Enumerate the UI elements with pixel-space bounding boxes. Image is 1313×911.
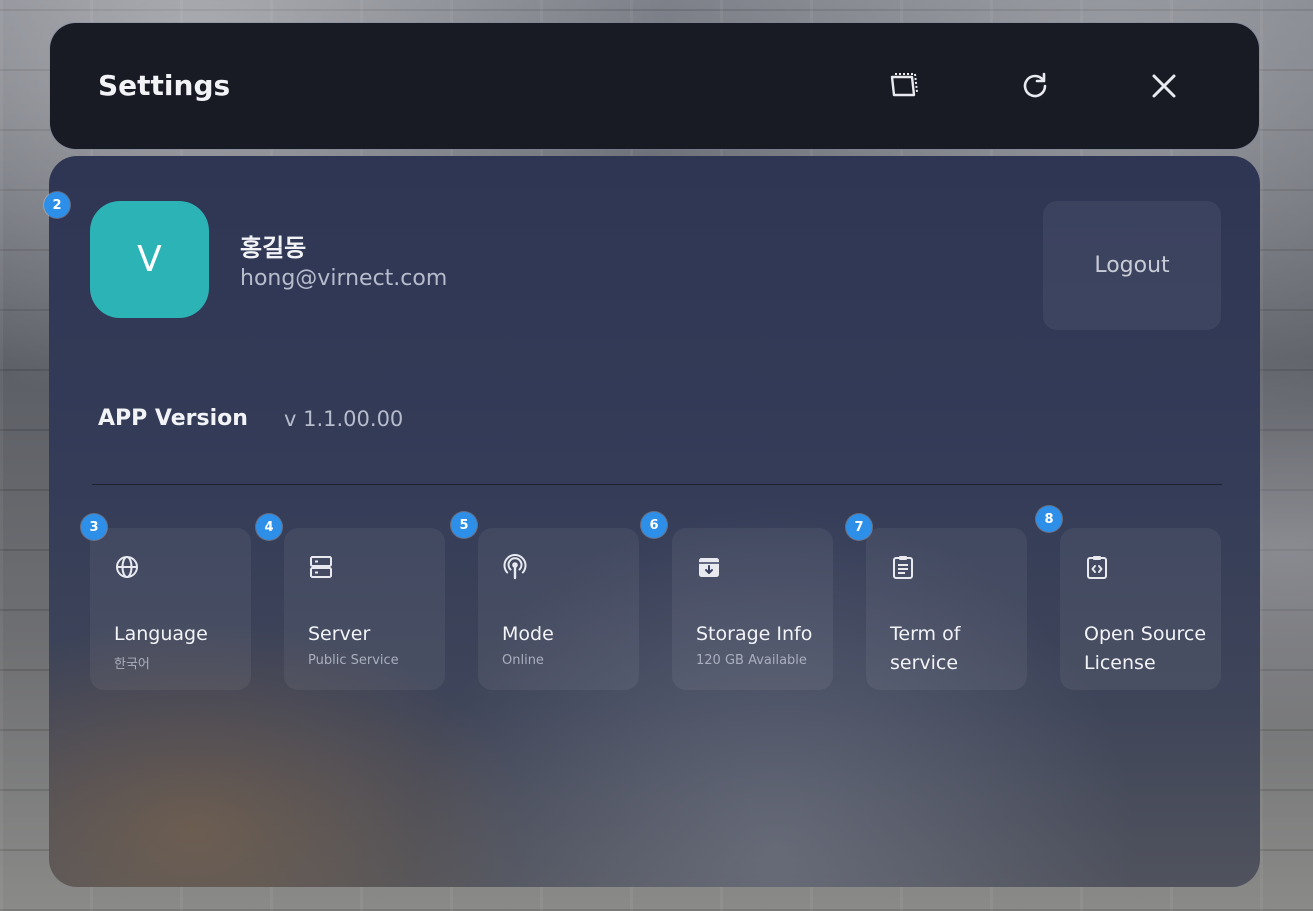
app-version-label: APP Version — [98, 406, 248, 431]
annotation-badge: 4 — [256, 514, 282, 540]
logout-button[interactable]: Logout — [1043, 201, 1221, 330]
card-label: Mode — [502, 623, 554, 645]
app-version-value: v 1.1.00.00 — [284, 407, 404, 431]
mode-card[interactable]: Mode Online — [478, 528, 639, 690]
annotation-badge: 6 — [641, 512, 667, 538]
page-title: Settings — [98, 69, 231, 102]
server-icon — [310, 556, 332, 578]
card-label: Language — [114, 623, 208, 645]
card-label: Server — [308, 623, 371, 645]
card-label: Storage Info — [696, 623, 813, 645]
annotation-badge: 5 — [451, 512, 477, 538]
broadcast-icon — [503, 554, 527, 580]
window-mode-icon — [890, 73, 918, 97]
card-sub: 120 GB Available — [696, 653, 807, 668]
open-source-license-card[interactable]: Open Source License — [1060, 528, 1221, 690]
annotation-badge: 2 — [44, 192, 70, 218]
annotation-badge: 3 — [81, 514, 107, 540]
server-card[interactable]: Server Public Service — [284, 528, 445, 690]
card-label: Open Source License — [1084, 623, 1207, 674]
card-sub: 한국어 — [114, 657, 150, 672]
avatar: V — [90, 201, 209, 318]
annotation-badge: 7 — [846, 514, 872, 540]
card-sub: Public Service — [308, 653, 399, 668]
divider — [92, 484, 1222, 485]
avatar-letter: V — [137, 239, 162, 280]
terms-of-service-card[interactable]: Term of service — [866, 528, 1027, 690]
clipboard-list-icon — [893, 556, 913, 579]
card-label: Term of service — [890, 623, 961, 674]
close-button[interactable] — [1139, 61, 1189, 111]
window-mode-button[interactable] — [878, 61, 928, 111]
settings-header: Settings — [50, 23, 1259, 149]
archive-download-icon — [699, 558, 719, 577]
clipboard-code-icon — [1087, 556, 1107, 579]
user-email: hong@virnect.com — [240, 266, 448, 291]
storage-info-card[interactable]: Storage Info 120 GB Available — [672, 528, 833, 690]
card-sub: Online — [502, 653, 544, 668]
annotation-badge: 8 — [1036, 506, 1062, 532]
language-card[interactable]: Language 한국어 — [90, 528, 251, 690]
refresh-icon — [1023, 72, 1047, 98]
refresh-button[interactable] — [1010, 61, 1060, 111]
close-icon — [1152, 74, 1176, 98]
globe-icon — [116, 556, 138, 578]
user-name: 홍길동 — [240, 234, 307, 262]
